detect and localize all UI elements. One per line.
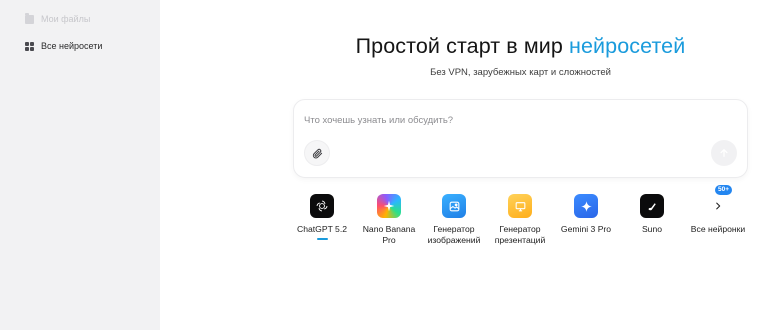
model-presentation-generator[interactable]: Генератор презентаций	[488, 194, 552, 246]
folder-icon	[25, 12, 34, 24]
page-title-main: Простой старт в мир	[355, 34, 570, 58]
attach-button[interactable]	[304, 140, 330, 166]
music-note-icon	[640, 194, 664, 218]
model-suno[interactable]: Suno	[620, 194, 684, 235]
model-label: Suno	[641, 224, 663, 234]
openai-icon	[310, 194, 334, 218]
chevron-right-icon: 50+	[706, 185, 733, 218]
paperclip-icon	[312, 148, 322, 158]
model-gemini-3-pro[interactable]: Gemini 3 Pro	[554, 194, 618, 235]
model-chatgpt[interactable]: ChatGPT 5.2	[290, 194, 354, 240]
prompt-box	[293, 99, 748, 178]
image-icon	[442, 194, 466, 218]
model-image-generator[interactable]: Генератор изображений	[422, 194, 486, 246]
presentation-icon	[508, 194, 532, 218]
model-label: ChatGPT 5.2	[297, 224, 347, 234]
page-title: Простой старт в мир нейросетей	[293, 34, 748, 59]
arrow-up-icon	[720, 149, 728, 157]
selected-indicator	[316, 238, 328, 240]
sidebar-item-all-networks[interactable]: Все нейросети	[25, 41, 102, 51]
model-label: Все нейронки	[690, 224, 746, 234]
sidebar: Мои файлы Все нейросети	[0, 0, 160, 330]
all-models-link[interactable]: 50+ Все нейронки	[686, 185, 750, 235]
sidebar-item-label: Мои файлы	[41, 14, 91, 24]
page-title-accent: нейросетей	[569, 34, 686, 58]
page-subtitle: Без VPN, зарубежных карт и сложностей	[430, 67, 611, 78]
model-label: Gemini 3 Pro	[560, 224, 612, 234]
model-label: Генератор изображений	[427, 224, 481, 245]
prompt-input[interactable]	[304, 112, 724, 128]
model-label: Nano Banana Pro	[362, 224, 416, 245]
count-badge: 50+	[715, 185, 733, 195]
sidebar-item-my-files[interactable]: Мои файлы	[25, 12, 91, 24]
model-nano-banana-pro[interactable]: Nano Banana Pro	[357, 194, 421, 246]
grid-icon	[25, 41, 34, 51]
model-label: Генератор презентаций	[494, 224, 546, 245]
app-window: Мои файлы Все нейросети Простой старт в …	[0, 0, 770, 330]
sparkle-icon	[377, 194, 401, 218]
gemini-star-icon	[574, 194, 598, 218]
send-button[interactable]	[711, 140, 737, 166]
sidebar-item-label: Все нейросети	[41, 41, 103, 51]
